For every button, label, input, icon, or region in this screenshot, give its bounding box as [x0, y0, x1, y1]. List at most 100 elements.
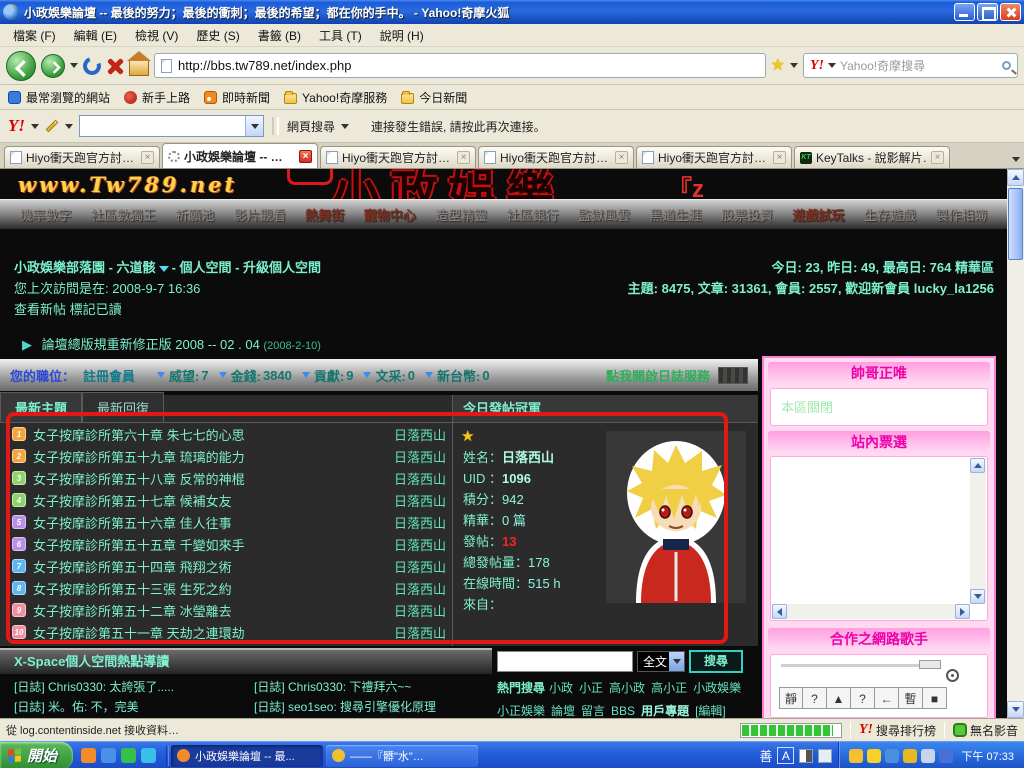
back-button[interactable]	[6, 51, 36, 81]
forum-nav-item-0[interactable]: 機率數字	[19, 205, 71, 224]
scroll-down-icon[interactable]	[970, 589, 985, 604]
forum-nav-item-8[interactable]: 監獄風雲	[578, 205, 630, 224]
menu-item-1[interactable]: 編輯 (E)	[65, 24, 126, 47]
journal-link[interactable]: 米。佑: 不，完美	[45, 700, 139, 714]
display-icon[interactable]	[939, 749, 953, 763]
new-member-link[interactable]: lucky_la1256	[914, 281, 994, 296]
hot-search-word2-2[interactable]: 留言	[581, 704, 605, 718]
bookmark-3[interactable]: Yahoo!奇摩服務	[284, 89, 387, 106]
player-button-2[interactable]: ▲	[827, 687, 851, 709]
player-button-4[interactable]: ←	[875, 687, 899, 709]
close-button[interactable]	[1000, 3, 1021, 21]
yahoo-search-box[interactable]: Y! Yahoo!奇摩搜尋	[803, 53, 1018, 78]
menu-item-6[interactable]: 說明 (H)	[371, 24, 433, 47]
forward-button[interactable]	[41, 54, 65, 78]
digest-link[interactable]: 精華區	[955, 260, 994, 275]
menu-item-0[interactable]: 檔案 (F)	[4, 24, 65, 47]
player-button-6[interactable]: ■	[923, 687, 947, 709]
tab-4[interactable]: Hiyo衝天跑官方討…×	[636, 146, 792, 168]
bookmark-star-icon[interactable]: ★	[771, 58, 785, 74]
combo-dropdown-icon[interactable]	[245, 116, 263, 136]
scroll-up-icon[interactable]	[970, 458, 985, 473]
journal-link[interactable]: seo1seo: 搜尋引擎優化原理	[285, 700, 436, 714]
stop-button[interactable]	[106, 57, 124, 75]
history-dropdown-icon[interactable]	[70, 63, 78, 68]
media-player-icon[interactable]	[141, 748, 156, 763]
hot-search-word2-3[interactable]: BBS	[611, 704, 635, 718]
network-icon[interactable]	[885, 749, 899, 763]
pencil-icon[interactable]	[46, 120, 59, 133]
hot-search-word2-0[interactable]: 小正娛樂	[497, 704, 545, 718]
forum-nav-item-4[interactable]: 熱舞街	[305, 205, 344, 224]
mail-icon[interactable]	[849, 749, 863, 763]
scrollbar-up-icon[interactable]	[1007, 169, 1024, 186]
tab-close-icon[interactable]: ×	[299, 150, 312, 163]
smiley-icon[interactable]	[867, 749, 881, 763]
player-button-1[interactable]: ?	[803, 687, 827, 709]
ime-icon[interactable]: 善	[759, 746, 772, 765]
hot-search-word-1[interactable]: 小正	[579, 681, 603, 695]
keyboard-icon[interactable]	[818, 749, 832, 763]
forum-nav-item-6[interactable]: 造型精靈	[435, 205, 487, 224]
yahoo-toolbar-search-input[interactable]	[79, 115, 264, 137]
tab-overflow-dropdown-icon[interactable]	[1012, 157, 1020, 162]
search-submit-button[interactable]: 搜尋	[689, 650, 743, 673]
journal-link[interactable]: Chris0330: 下禮拜六~~	[285, 680, 412, 694]
tab-close-icon[interactable]: ×	[931, 151, 944, 164]
yahoo-logo-icon[interactable]: Y!	[810, 58, 824, 74]
mark-read-link[interactable]: 標記已讀	[70, 302, 122, 317]
tab-close-icon[interactable]: ×	[457, 151, 470, 164]
hot-search-word-0[interactable]: 小政	[549, 681, 573, 695]
taskbar-task-1[interactable]: ——『髒"水"…	[326, 745, 478, 767]
player-button-3[interactable]: ?	[851, 687, 875, 709]
journal-tag-link[interactable]: [日誌]	[254, 700, 285, 714]
hot-search-word-2[interactable]: 高小政	[609, 681, 645, 695]
ime-mode-icon[interactable]: A	[777, 747, 794, 764]
yahoo-rank-button[interactable]: Y!搜尋排行榜	[859, 722, 936, 739]
forum-nav-item-1[interactable]: 社區數獨王	[91, 205, 156, 224]
web-search-button[interactable]: 網頁搜尋	[287, 118, 335, 135]
mini-banner[interactable]	[718, 367, 748, 384]
yahoo-toolbar-logo[interactable]: Y!	[8, 116, 25, 136]
journal-link[interactable]: Chris0330: 太誇張了.....	[45, 680, 174, 694]
tab-2[interactable]: Hiyo衝天跑官方討…×	[320, 146, 476, 168]
url-bar[interactable]: http://bbs.tw789.net/index.php	[154, 53, 766, 78]
announcement-link[interactable]: 論壇總版規重新修正版 2008 -- 02 . 04	[42, 337, 260, 352]
search-placeholder[interactable]: Yahoo!奇摩搜尋	[840, 57, 998, 74]
menu-item-4[interactable]: 書籤 (B)	[249, 24, 310, 47]
hot-search-word2-1[interactable]: 論壇	[551, 704, 575, 718]
web-search-dropdown-icon[interactable]	[341, 124, 349, 129]
player-button-0[interactable]: 靜	[779, 687, 803, 709]
select-dropdown-icon[interactable]	[669, 652, 684, 671]
scroll-right-icon[interactable]	[955, 604, 970, 619]
toolbar-error-text[interactable]: 連接發生錯誤, 請按此再次連接。	[371, 118, 546, 135]
search-scope-select[interactable]: 全文	[637, 651, 685, 672]
scrollbar-down-icon[interactable]	[1007, 701, 1024, 718]
tab-1[interactable]: 小政娛樂論壇 -- …×	[162, 143, 318, 168]
bookmark-1[interactable]: 新手上路	[124, 89, 190, 106]
tab-close-icon[interactable]: ×	[615, 151, 628, 164]
tab-5[interactable]: KeyTalks - 說影解片…×	[794, 146, 950, 168]
forum-search-input[interactable]	[497, 651, 633, 672]
reload-button[interactable]	[80, 54, 104, 78]
poll-vertical-scrollbar[interactable]	[970, 458, 986, 604]
tab-0[interactable]: Hiyo衝天跑官方討…×	[4, 146, 160, 168]
url-text[interactable]: http://bbs.tw789.net/index.php	[178, 58, 351, 73]
poll-horizontal-scrollbar[interactable]	[772, 604, 970, 619]
volume-icon[interactable]	[921, 749, 935, 763]
edit-link[interactable]: [編輯]	[695, 704, 726, 718]
messenger-icon[interactable]	[121, 748, 136, 763]
hot-search-special[interactable]: 用戶專題	[641, 704, 689, 718]
start-button[interactable]: 開始	[0, 742, 73, 768]
wretch-button[interactable]: 無名影音	[953, 722, 1018, 739]
alert-icon[interactable]	[903, 749, 917, 763]
pencil-dropdown-icon[interactable]	[65, 124, 73, 129]
forum-nav-item-11[interactable]: 遊戲試玩	[792, 205, 844, 224]
journal-tag-link[interactable]: [日誌]	[254, 680, 285, 694]
bookmark-4[interactable]: 今日新聞	[401, 89, 467, 106]
player-button-5[interactable]: 暫	[899, 687, 923, 709]
search-icon[interactable]	[1002, 61, 1011, 70]
breadcrumb[interactable]: 小政娛樂部落園 - 六道骸- 個人空間 - 升級個人空間	[14, 257, 321, 276]
menu-item-5[interactable]: 工具 (T)	[310, 24, 371, 47]
hot-search-word-3[interactable]: 高小正	[651, 681, 687, 695]
